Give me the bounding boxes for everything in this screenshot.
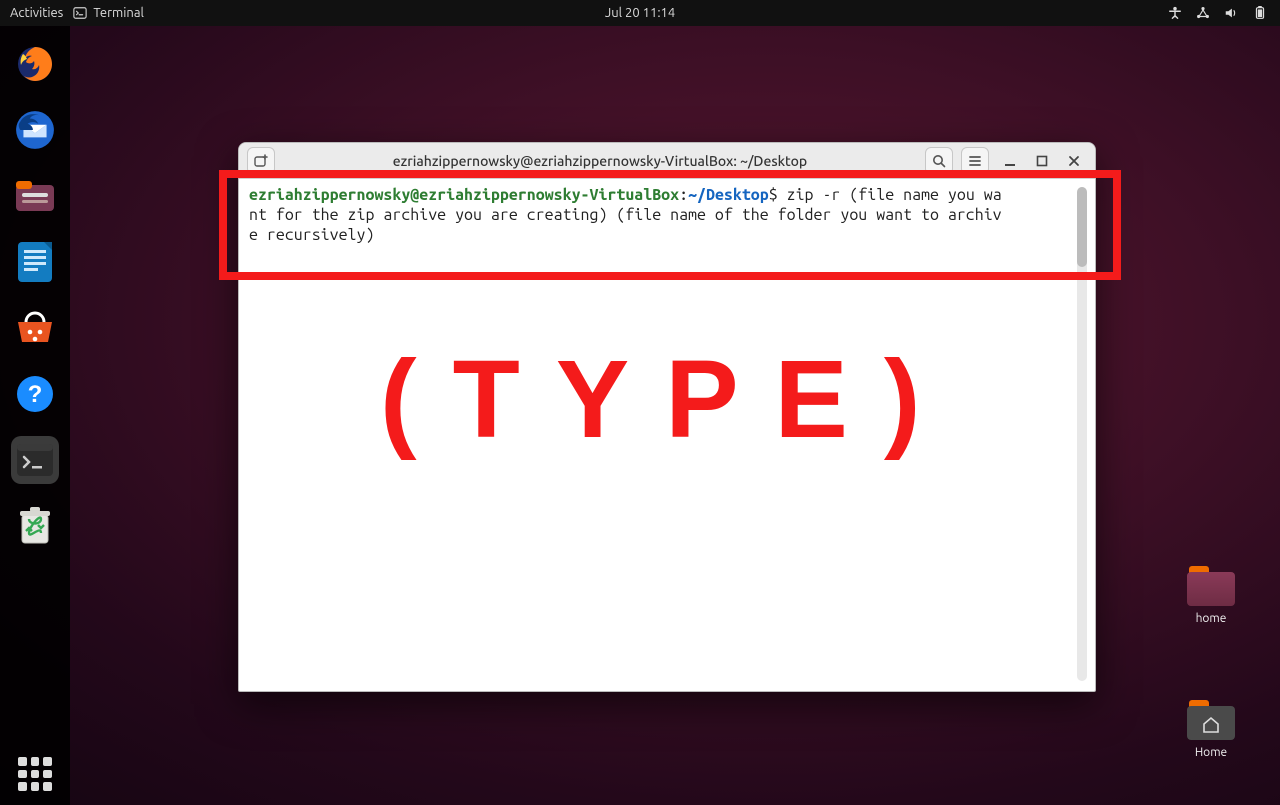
maximize-button[interactable] xyxy=(1035,154,1049,168)
window-titlebar[interactable]: ezriahzippernowsky@ezriahzippernowsky-Vi… xyxy=(239,143,1095,179)
desktop-icon-label: home xyxy=(1176,612,1246,625)
terminal-command-part1: zip -r (file name you wa xyxy=(778,186,1002,204)
network-icon[interactable] xyxy=(1196,6,1210,20)
prompt-path: ~/Desktop xyxy=(688,186,769,204)
system-tray[interactable] xyxy=(1168,6,1280,20)
volume-icon[interactable] xyxy=(1224,6,1238,20)
dock-help[interactable]: ? xyxy=(11,370,59,418)
prompt-dollar: $ xyxy=(769,186,778,204)
desktop-home[interactable]: Home xyxy=(1176,700,1246,759)
clock[interactable]: Jul 20 11:14 xyxy=(605,6,675,20)
svg-text:?: ? xyxy=(28,381,43,408)
terminal-output: ezriahzippernowsky@ezriahzippernowsky-Vi… xyxy=(245,183,1089,247)
prompt-at: @ xyxy=(410,186,419,204)
minimize-button[interactable] xyxy=(1003,154,1017,168)
dock-ubuntu-software[interactable] xyxy=(11,304,59,352)
terminal-indicator-icon xyxy=(73,6,87,20)
dock-libreoffice-writer[interactable] xyxy=(11,238,59,286)
terminal-command-part2: nt for the zip archive you are creating)… xyxy=(249,206,1002,224)
close-button[interactable] xyxy=(1067,154,1081,168)
activities-button[interactable]: Activities xyxy=(10,6,63,20)
home-folder-icon xyxy=(1187,700,1235,740)
terminal-window: ezriahzippernowsky@ezriahzippernowsky-Vi… xyxy=(238,142,1096,692)
dock: ? xyxy=(0,26,70,805)
dock-trash[interactable] xyxy=(11,502,59,550)
terminal-command-part3: e recursively) xyxy=(249,226,374,244)
window-title: ezriahzippernowsky@ezriahzippernowsky-Vi… xyxy=(283,153,917,169)
desktop-folder-home[interactable]: home xyxy=(1176,566,1246,625)
desktop-icon-label: Home xyxy=(1176,746,1246,759)
dock-firefox[interactable] xyxy=(11,40,59,88)
dock-files[interactable] xyxy=(11,172,59,220)
terminal-scrollbar[interactable] xyxy=(1077,187,1087,681)
active-app-label: Terminal xyxy=(93,6,144,20)
active-app-indicator[interactable]: Terminal xyxy=(73,6,144,20)
top-bar: Activities Terminal Jul 20 11:14 xyxy=(0,0,1280,26)
search-button[interactable] xyxy=(925,147,953,175)
battery-icon[interactable] xyxy=(1252,6,1268,20)
show-applications-button[interactable] xyxy=(18,757,52,791)
accessibility-icon[interactable] xyxy=(1168,6,1182,20)
dock-terminal[interactable] xyxy=(11,436,59,484)
prompt-host: ezriahzippernowsky-VirtualBox xyxy=(419,186,679,204)
new-tab-button[interactable] xyxy=(247,147,275,175)
hamburger-menu-button[interactable] xyxy=(961,147,989,175)
folder-icon xyxy=(1187,566,1235,606)
dock-thunderbird[interactable] xyxy=(11,106,59,154)
prompt-colon: : xyxy=(679,186,688,204)
prompt-user: ezriahzippernowsky xyxy=(249,186,410,204)
terminal-body[interactable]: ezriahzippernowsky@ezriahzippernowsky-Vi… xyxy=(245,183,1089,685)
